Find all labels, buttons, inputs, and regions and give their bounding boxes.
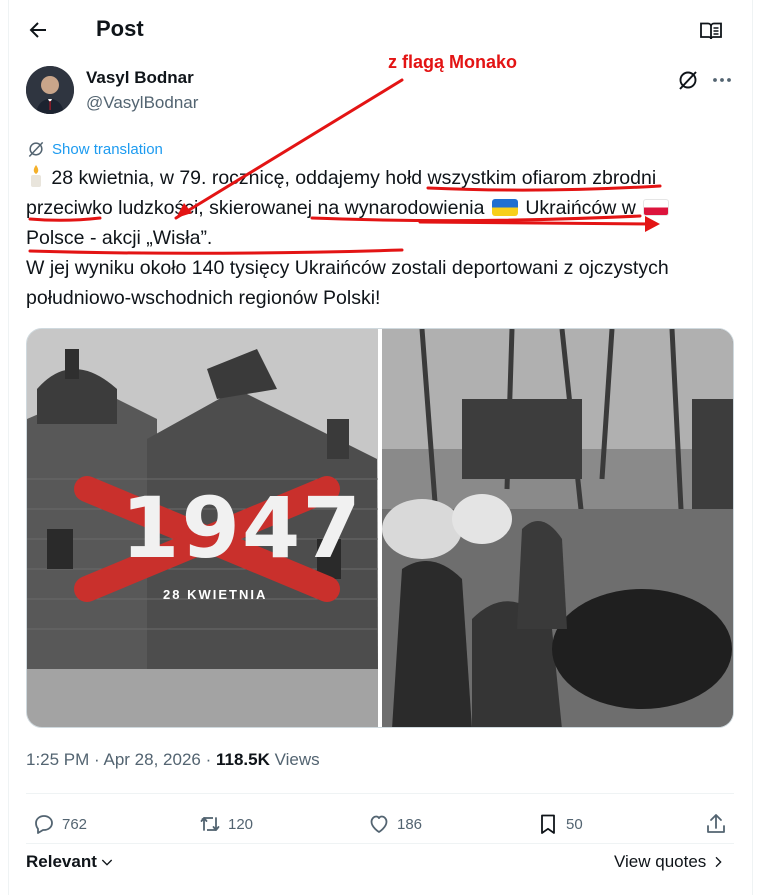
author-name[interactable]: Vasyl Bodnar <box>86 68 194 88</box>
reader-mode-button[interactable] <box>699 19 723 43</box>
sort-relevant-dropdown[interactable]: Relevant <box>26 852 115 872</box>
author-handle[interactable]: @VasylBodnar <box>86 93 198 113</box>
annotation-label: z flagą Monako <box>388 52 518 72</box>
arrow-left-icon <box>29 22 46 38</box>
separator-dot: · <box>205 750 216 769</box>
reply-count: 762 <box>62 815 88 833</box>
chevron-down-icon <box>101 859 113 866</box>
reply-icon <box>35 815 53 834</box>
reply-button[interactable]: 762 <box>32 808 87 840</box>
divider <box>26 843 734 844</box>
post-text-part-2: Ukraińców w <box>525 197 636 219</box>
view-quotes-link[interactable]: View quotes <box>614 852 726 872</box>
view-quotes-label: View quotes <box>614 852 707 871</box>
post-header: Post <box>0 0 759 60</box>
like-button[interactable]: 186 <box>367 808 422 840</box>
bookmark-icon <box>541 814 555 834</box>
poland-flag-icon <box>643 199 670 216</box>
bookmark-count: 50 <box>566 815 583 833</box>
bookmark-button[interactable]: 50 <box>536 808 583 840</box>
page-title: Post <box>96 16 144 41</box>
post-date[interactable]: Apr 28, 2026 <box>104 750 201 769</box>
post-time[interactable]: 1:25 PM <box>26 750 89 769</box>
repost-button[interactable]: 120 <box>198 808 253 840</box>
share-button[interactable] <box>704 808 734 840</box>
avatar[interactable] <box>26 66 74 114</box>
open-book-icon <box>700 22 722 40</box>
grok-icon <box>679 71 697 90</box>
ukraine-flag-icon <box>491 199 518 216</box>
post-text: 28 kwietnia, w 79. rocznicę, oddajemy ho… <box>26 163 726 313</box>
date-caption: 28 KWIETNIA <box>163 587 268 602</box>
separator-dot: · <box>94 750 104 769</box>
heart-icon <box>370 815 388 833</box>
share-icon <box>707 814 725 833</box>
left-border <box>8 0 9 895</box>
deportation-photo-illustration <box>382 329 733 727</box>
media-image-deportation[interactable] <box>382 329 733 727</box>
media-grid: 1947 28 KWIETNIA <box>26 328 734 728</box>
more-options-button[interactable] <box>710 68 734 92</box>
media-image-church-1947[interactable]: 1947 28 KWIETNIA <box>27 329 378 727</box>
chevron-right-icon <box>715 856 722 868</box>
sort-label: Relevant <box>26 852 97 871</box>
views-count: 118.5K <box>215 750 270 769</box>
more-dots-icon <box>713 78 731 82</box>
like-count: 186 <box>397 815 423 833</box>
show-translation-link[interactable]: Show translation <box>26 138 163 160</box>
repost-icon <box>200 817 220 831</box>
grok-icon <box>28 141 44 158</box>
views-label: Views <box>274 750 320 769</box>
divider <box>26 793 734 794</box>
candle-icon <box>31 165 41 187</box>
year-label: 1947 <box>121 479 363 577</box>
post-paragraph-2: W jej wyniku około 140 tysięcy Ukraińców… <box>26 257 669 309</box>
avatar-image <box>26 66 74 114</box>
right-border <box>752 0 753 895</box>
grok-button[interactable] <box>676 68 700 92</box>
post-text-part-3: Polsce - akcji „Wisła”. <box>26 227 213 249</box>
repost-count: 120 <box>228 815 254 833</box>
back-button[interactable] <box>26 18 50 42</box>
post-paragraph-1: 28 kwietnia, w 79. rocznicę, oddajemy ho… <box>26 163 726 253</box>
show-translation-label: Show translation <box>52 140 163 158</box>
post-timestamp: 1:25 PM · Apr 28, 2026 · 118.5K Views <box>26 750 320 770</box>
